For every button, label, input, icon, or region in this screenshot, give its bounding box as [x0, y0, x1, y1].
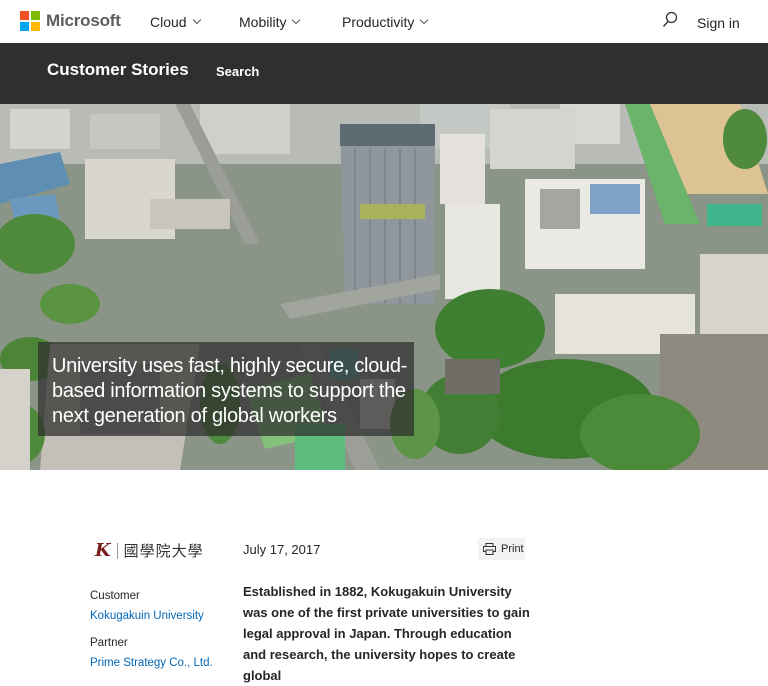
hero-caption-box: University uses fast, highly secure, clo…	[38, 342, 414, 436]
subnav-search-link[interactable]: Search	[216, 64, 259, 79]
print-label: Print	[501, 543, 524, 555]
customer-link[interactable]: Kokugakuin University	[90, 610, 204, 622]
brand-name[interactable]: Microsoft	[46, 11, 121, 31]
logo-divider	[116, 542, 118, 559]
story-content: K 國學院大學 July 17, 2017 Print Customer Kok…	[0, 470, 768, 683]
chevron-down-icon	[192, 15, 201, 25]
nav-cloud-label: Cloud	[150, 14, 187, 30]
partner-label: Partner	[90, 637, 128, 649]
story-body-text: Established in 1882, Kokugakuin Universi…	[243, 584, 530, 683]
nav-mobility[interactable]: Mobility	[239, 14, 301, 30]
university-logo-name: 國學院大學	[123, 542, 204, 560]
nav-productivity[interactable]: Productivity	[342, 14, 429, 30]
university-logo-mark: K	[95, 540, 111, 561]
chevron-down-icon	[292, 15, 301, 25]
section-title[interactable]: Customer Stories	[47, 60, 189, 80]
top-navigation: Microsoft Cloud Mobility Productivity Si…	[0, 0, 768, 44]
hero-banner: University uses fast, highly secure, clo…	[0, 104, 768, 470]
partner-link[interactable]: Prime Strategy Co., Ltd.	[90, 657, 213, 669]
microsoft-logo-icon[interactable]	[20, 11, 40, 31]
nav-productivity-label: Productivity	[342, 14, 415, 30]
printer-icon	[483, 543, 496, 555]
university-logo: K 國學院大學	[95, 540, 204, 561]
search-icon[interactable]	[662, 11, 678, 29]
customer-stories-bar: Customer Stories Search	[0, 43, 768, 104]
nav-cloud[interactable]: Cloud	[150, 14, 201, 30]
sign-in-link[interactable]: Sign in	[697, 15, 740, 31]
publish-date: July 17, 2017	[243, 542, 321, 557]
customer-label: Customer	[90, 590, 140, 602]
print-button[interactable]: Print	[478, 538, 525, 560]
hero-headline: University uses fast, highly secure, clo…	[52, 355, 408, 427]
nav-mobility-label: Mobility	[239, 14, 287, 30]
chevron-down-icon	[420, 15, 429, 25]
